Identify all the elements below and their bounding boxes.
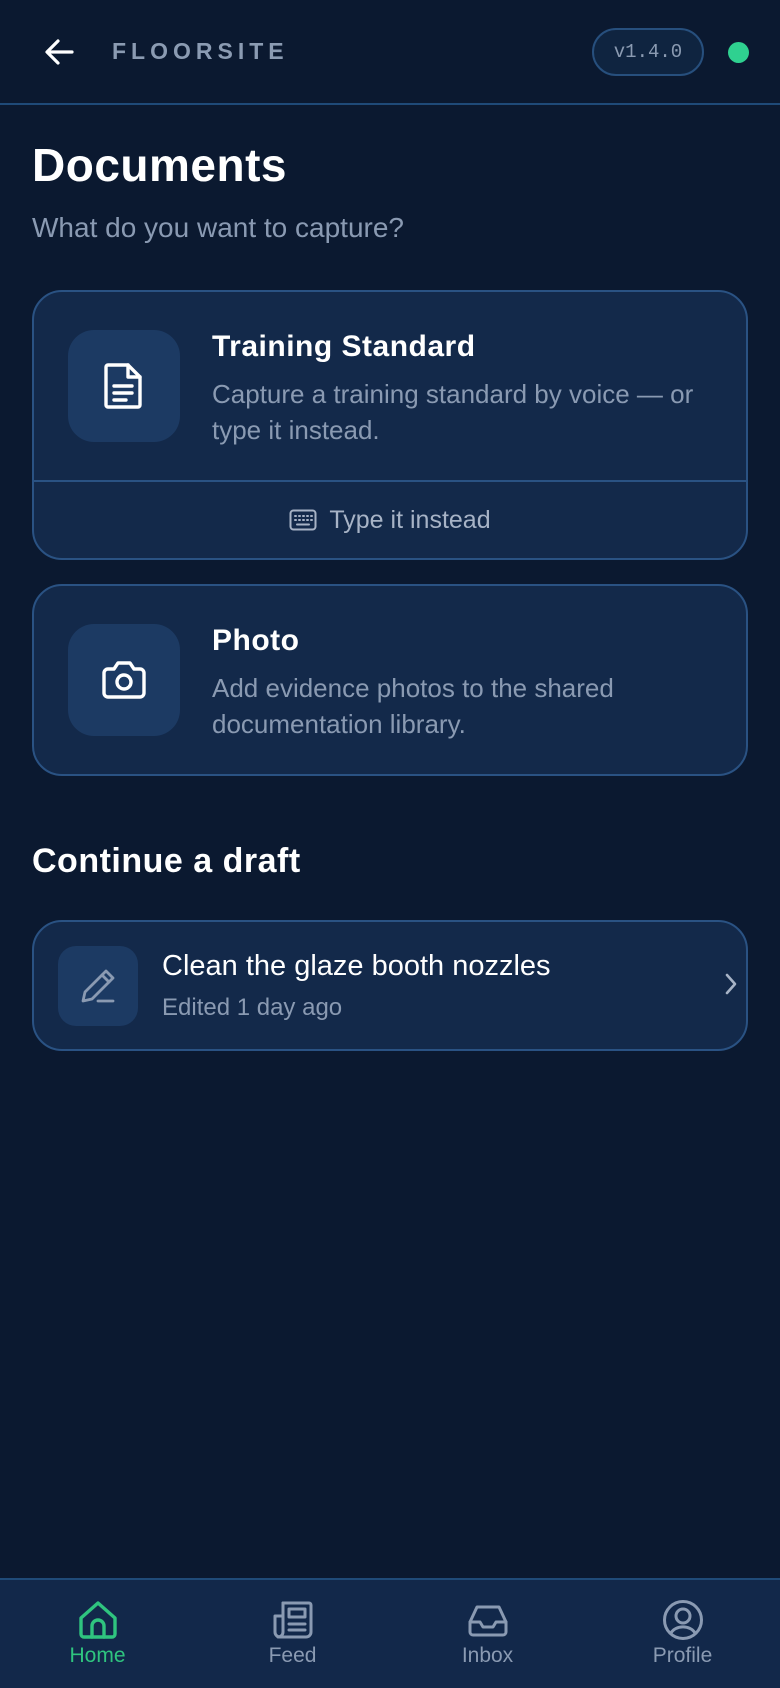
- app-brand: FLOORSITE: [112, 38, 289, 64]
- capture-option-icon-tile: [68, 330, 180, 442]
- nav-item-inbox[interactable]: Inbox: [390, 1580, 585, 1688]
- home-icon: [76, 1598, 120, 1642]
- type-it-instead-button[interactable]: Type it instead: [34, 480, 746, 558]
- nav-item-home[interactable]: Home: [0, 1580, 195, 1688]
- nav-label: Feed: [268, 1644, 317, 1667]
- nav-item-profile[interactable]: Profile: [585, 1580, 780, 1688]
- capture-option-title: Training Standard: [212, 330, 476, 363]
- user-circle-icon: [661, 1598, 705, 1642]
- nav-item-feed[interactable]: Feed: [195, 1580, 390, 1688]
- connection-status-dot: [728, 42, 749, 63]
- page-subtitle: What do you want to capture?: [32, 212, 404, 243]
- document-icon: [102, 361, 146, 411]
- draft-icon-tile: [58, 946, 138, 1026]
- capture-option-icon-tile: [68, 624, 180, 736]
- nav-label: Profile: [652, 1644, 713, 1667]
- keyboard-icon: [289, 509, 317, 531]
- version-badge: v1.4.0: [592, 28, 704, 76]
- newspaper-icon: [271, 1598, 315, 1642]
- draft-title: Clean the glaze booth nozzles: [162, 950, 551, 982]
- bottom-nav: Home Feed Inbox Profile: [0, 1578, 780, 1688]
- page-title: Documents: [32, 139, 287, 191]
- nav-label: Inbox: [461, 1644, 514, 1667]
- capture-option-training-standard[interactable]: Training Standard Capture a training sta…: [32, 290, 748, 560]
- capture-option-photo[interactable]: Photo Add evidence photos to the shared …: [32, 584, 748, 776]
- inbox-icon: [466, 1598, 510, 1642]
- back-arrow-icon[interactable]: [40, 32, 80, 72]
- chevron-right-icon: [724, 972, 738, 996]
- app-header: FLOORSITE v1.4.0: [0, 0, 780, 105]
- camera-icon: [100, 659, 148, 701]
- drafts-section-title: Continue a draft: [32, 842, 301, 880]
- capture-option-description: Capture a training standard by voice — o…: [212, 379, 694, 445]
- nav-label: Home: [69, 1644, 126, 1667]
- pencil-icon: [78, 966, 118, 1006]
- draft-item[interactable]: Clean the glaze booth nozzles Edited 1 d…: [32, 920, 748, 1051]
- type-it-instead-label: Type it instead: [329, 505, 491, 534]
- capture-option-description: Add evidence photos to the shared docume…: [212, 673, 614, 739]
- draft-edited-time: Edited 1 day ago: [162, 994, 343, 1021]
- capture-option-title: Photo: [212, 624, 300, 657]
